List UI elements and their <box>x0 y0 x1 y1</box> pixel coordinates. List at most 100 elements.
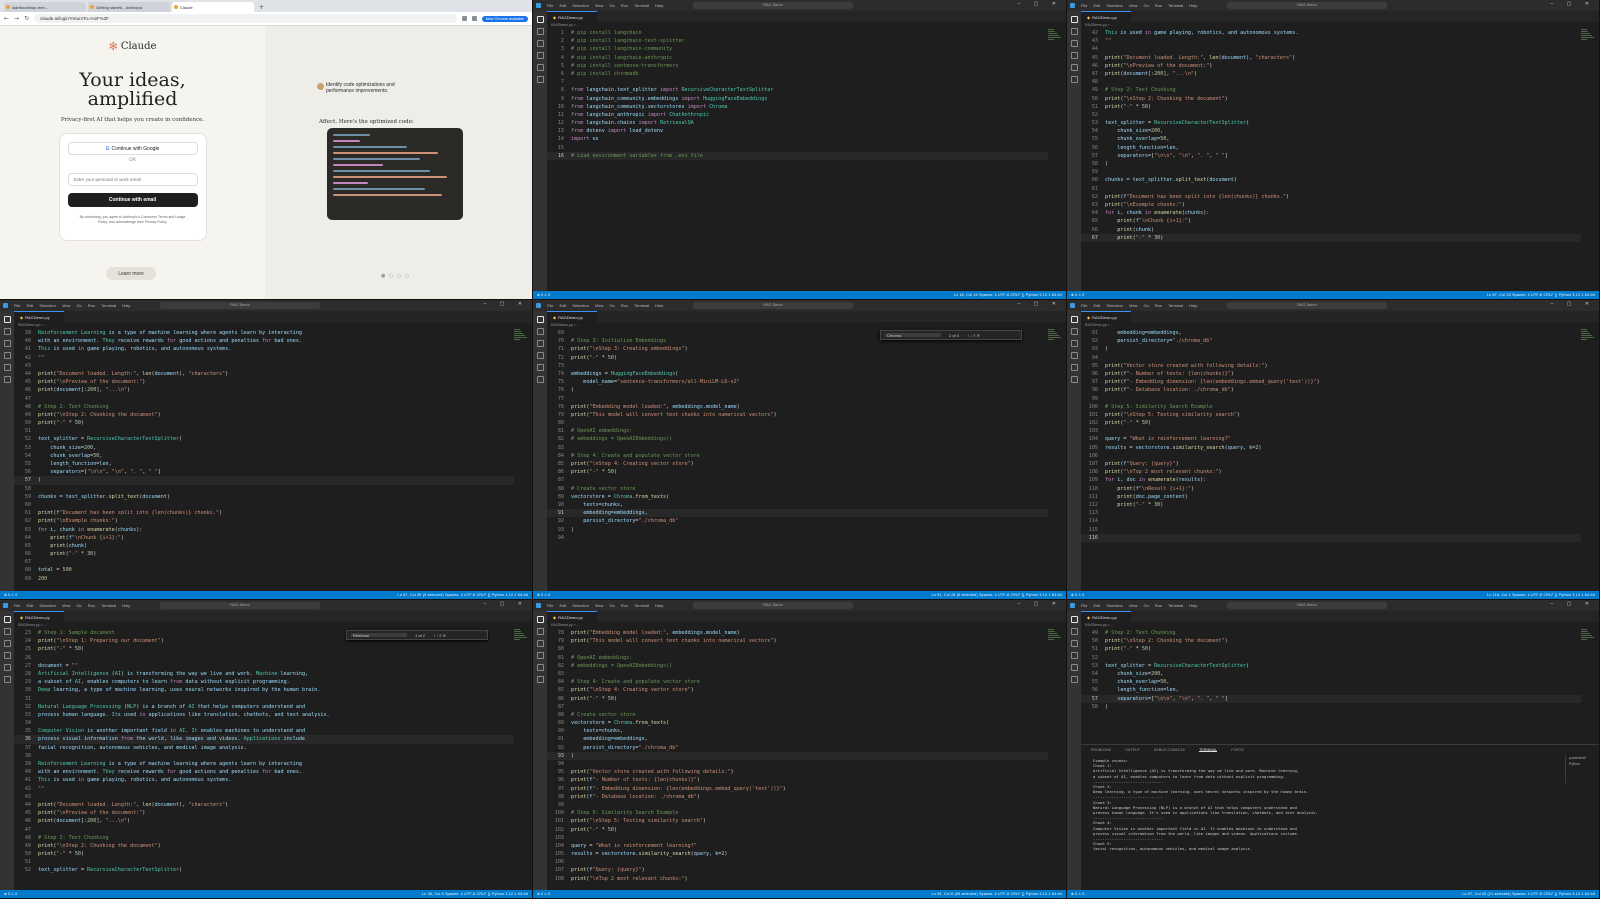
minimap[interactable] <box>514 329 528 343</box>
code-line[interactable]: 63 for i, chunk in enumerate(chunks): <box>14 526 514 534</box>
command-center-search[interactable]: RAG Demo <box>1227 2 1387 9</box>
explorer-icon[interactable] <box>3 316 11 323</box>
status-language-info[interactable]: Spaces: 4 UTF-8 CRLF {} Python 3.12.1 64… <box>979 593 1062 597</box>
code-line[interactable]: 88 # Create vector store <box>547 711 1048 719</box>
minimap[interactable] <box>1048 29 1062 43</box>
menu-item-run[interactable]: Run <box>1155 603 1162 608</box>
code-line[interactable]: 49 # Step 2: Text Chunking <box>1081 86 1581 94</box>
window-controls[interactable]: – ▢ ✕ <box>1551 1 1595 7</box>
menu-item-selection[interactable]: Selection <box>39 303 55 308</box>
carousel-dots[interactable]: ● ○ ○ ○ <box>381 273 410 279</box>
status-cursor-position[interactable]: Ln 91, Col 28 (6 selected) <box>932 593 978 597</box>
command-center-search[interactable]: RAG Demo <box>160 602 320 609</box>
code-line[interactable]: 114 <box>1081 517 1581 525</box>
code-line[interactable]: 82 # embeddings = OpenAIEmbeddings() <box>547 662 1048 670</box>
search-icon[interactable] <box>536 628 544 635</box>
source-control-icon[interactable] <box>3 640 11 647</box>
code-line[interactable]: 76) <box>547 386 1048 394</box>
find-input[interactable]: Retrieval <box>351 633 407 638</box>
command-center-search[interactable]: RAG Demo <box>693 2 853 9</box>
code-line[interactable]: 48 # Step 2: Text Chunking <box>14 403 514 411</box>
code-line[interactable]: 100 # Step 5: Similarity Search Example <box>547 809 1048 817</box>
command-center-search[interactable]: RAG Demo <box>693 302 853 309</box>
browser-tab-2[interactable]: Getting started - Anthropic <box>88 2 170 12</box>
code-line[interactable]: 50 print("\nStep 2: Chunking the document… <box>1081 95 1581 103</box>
menu-item-terminal[interactable]: Terminal <box>634 603 649 608</box>
menu-item-view[interactable]: View <box>595 603 604 608</box>
menu-item-help[interactable]: Help <box>655 303 663 308</box>
code-line[interactable]: 25 print("-" * 50) <box>14 645 514 653</box>
menu-item-go[interactable]: Go <box>609 303 614 308</box>
search-icon[interactable] <box>1070 628 1078 635</box>
menu-item-edit[interactable]: Edit <box>559 303 566 308</box>
editor-tab-ragdemo[interactable]: ◆ RAGDemo.py <box>14 611 64 622</box>
status-language-info[interactable]: Spaces: 4 UTF-8 CRLF {} Python 3.12.1 64… <box>979 892 1062 896</box>
code-line[interactable]: 86 print("-" * 50) <box>547 468 1048 476</box>
status-language-info[interactable]: Spaces: 4 UTF-8 CRLF {} Python 3.12.1 64… <box>1512 293 1595 297</box>
status-cursor-position[interactable]: Ln 57, Col 39 (9 selected) <box>398 593 444 597</box>
extension-icon[interactable] <box>461 16 467 21</box>
code-line[interactable]: 58) <box>1081 160 1581 168</box>
code-line[interactable]: 55 chunk_overlap=50, <box>1081 135 1581 143</box>
testing-icon[interactable] <box>1070 76 1078 83</box>
code-line[interactable]: 100 # Step 5: Similarity Search Example <box>1081 403 1581 411</box>
window-controls[interactable]: – ▢ ✕ <box>1018 1 1062 7</box>
code-line[interactable]: 52 text_splitter = RecursiveCharacterText… <box>14 435 514 443</box>
code-line[interactable]: 35 Computer Vision is another important f… <box>14 727 514 735</box>
menu-item-go[interactable]: Go <box>1143 603 1148 608</box>
code-line[interactable]: 50 print("-" * 50) <box>14 850 514 858</box>
code-line[interactable]: 106 <box>1081 452 1581 460</box>
code-line[interactable]: 54 chunk_overlap=50, <box>14 452 514 460</box>
menu-item-terminal[interactable]: Terminal <box>634 303 649 308</box>
minimap[interactable] <box>1581 329 1595 343</box>
code-line[interactable]: 64 for i, chunk in enumerate(chunks): <box>1081 209 1581 217</box>
code-line[interactable]: 105 results = vectorstore.similarity_sear… <box>547 850 1048 858</box>
code-line[interactable]: 46 print("\nPreview of the document:") <box>1081 62 1581 70</box>
status-problems[interactable]: ⊗ 0 ⚠ 0 <box>537 593 550 597</box>
code-editor[interactable]: 78 print("Embedding model loaded:", embed… <box>547 629 1048 890</box>
source-control-icon[interactable] <box>1070 340 1078 347</box>
source-control-icon[interactable] <box>1070 40 1078 47</box>
window-controls[interactable]: – ▢ ✕ <box>1018 601 1062 607</box>
code-line[interactable]: 45 print("Document loaded. Length:", len(… <box>1081 54 1581 62</box>
code-line[interactable]: 89 vectorstore = Chroma.from_texts( <box>547 719 1048 727</box>
extensions-icon[interactable] <box>536 64 544 71</box>
code-line[interactable]: 81 # OpenAI embeddings: <box>547 654 1048 662</box>
window-controls[interactable]: – ▢ ✕ <box>1551 301 1595 307</box>
code-line[interactable]: 83 <box>547 670 1048 678</box>
code-line[interactable]: 14 import os <box>547 135 1048 143</box>
code-line[interactable]: 52 <box>1081 654 1581 662</box>
code-line[interactable]: 106 <box>547 858 1048 866</box>
code-line[interactable]: 82 # embeddings = OpenAIEmbeddings() <box>547 435 1048 443</box>
continue-email-button[interactable]: Continue with email <box>67 193 198 207</box>
code-line[interactable]: 78 print("Embedding model loaded:", embed… <box>547 629 1048 637</box>
code-line[interactable]: 104 query = "What is reinforcement learni… <box>547 842 1048 850</box>
code-line[interactable]: 107 print(f"Query: {query}") <box>1081 460 1581 468</box>
code-line[interactable]: 34 <box>14 719 514 727</box>
code-line[interactable]: 16 # Load environment variables from .env… <box>547 151 1048 160</box>
browser-update-button[interactable]: New Chrome available <box>481 15 528 22</box>
explorer-icon[interactable] <box>1070 616 1078 623</box>
extensions-icon[interactable] <box>1070 664 1078 671</box>
menu-item-edit[interactable]: Edit <box>1093 3 1100 8</box>
code-line[interactable]: 98 print(f"- Database location: ./chroma_… <box>547 793 1048 801</box>
testing-icon[interactable] <box>1070 676 1078 683</box>
code-line[interactable]: 51 print("-" * 50) <box>1081 103 1581 111</box>
menu-item-terminal[interactable]: Terminal <box>1168 3 1183 8</box>
code-line[interactable]: 57 separators=["\n\n", "\n", ". ", " "] <box>1081 152 1581 160</box>
extension-icon[interactable] <box>471 16 477 21</box>
code-line[interactable]: 71 print("\nStep 3: Creating embeddings") <box>547 345 1048 353</box>
extensions-icon[interactable] <box>1070 364 1078 371</box>
menu-item-edit[interactable]: Edit <box>559 603 566 608</box>
code-line[interactable]: 43 <box>14 793 514 801</box>
code-line[interactable]: 10 from langchain_community.vectorstores … <box>547 103 1048 111</box>
code-line[interactable]: 52 <box>1081 111 1581 119</box>
back-icon[interactable]: ← <box>4 15 9 22</box>
code-line[interactable]: 74 embeddings = HuggingFaceEmbeddings( <box>547 370 1048 378</box>
menu-item-go[interactable]: Go <box>609 603 614 608</box>
code-line[interactable]: 103 <box>547 834 1048 842</box>
status-language-info[interactable]: Spaces: 4 UTF-8 CRLF {} Python 3.12.1 64… <box>445 593 528 597</box>
code-line[interactable]: 47 <box>14 395 514 403</box>
code-line[interactable]: 28 Artificial Intelligence (AI) is transf… <box>14 670 514 678</box>
panel-tab-debug-console[interactable]: DEBUG CONSOLE <box>1154 748 1185 752</box>
